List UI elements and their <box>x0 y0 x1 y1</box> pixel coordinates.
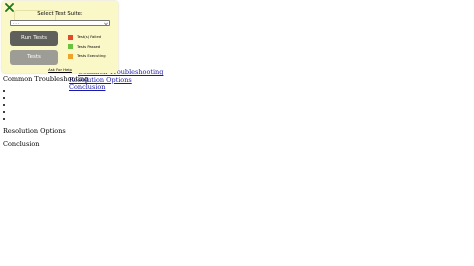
tests-button[interactable]: Tests <box>10 50 58 65</box>
section-heading-resolution: Resolution Options <box>3 127 66 135</box>
select-value: - - - <box>13 21 20 25</box>
panel-title: Select Test Suite: <box>37 11 83 17</box>
executing-swatch <box>68 53 73 59</box>
passed-swatch <box>68 44 73 49</box>
test-runner-panel: Select Test Suite: - - - Run Tests Tests… <box>2 1 118 73</box>
section-heading-troubleshooting: Common Troubleshooting <box>3 75 89 83</box>
chevron-down-icon <box>103 22 108 25</box>
test-suite-select[interactable]: - - - <box>10 20 110 26</box>
failed-swatch <box>68 34 73 40</box>
legend-label-executing: Tests Executing <box>77 54 106 58</box>
legend-label-passed: Tests Passed <box>77 44 101 49</box>
legend-label-failed: Test(s) Failed <box>77 35 101 39</box>
ask-for-help-link[interactable]: Ask For Help <box>2 67 118 72</box>
toc-link-conclusion[interactable]: Conclusion <box>69 83 163 92</box>
section-heading-conclusion: Conclusion <box>3 140 40 148</box>
run-tests-button[interactable]: Run Tests <box>10 31 58 46</box>
